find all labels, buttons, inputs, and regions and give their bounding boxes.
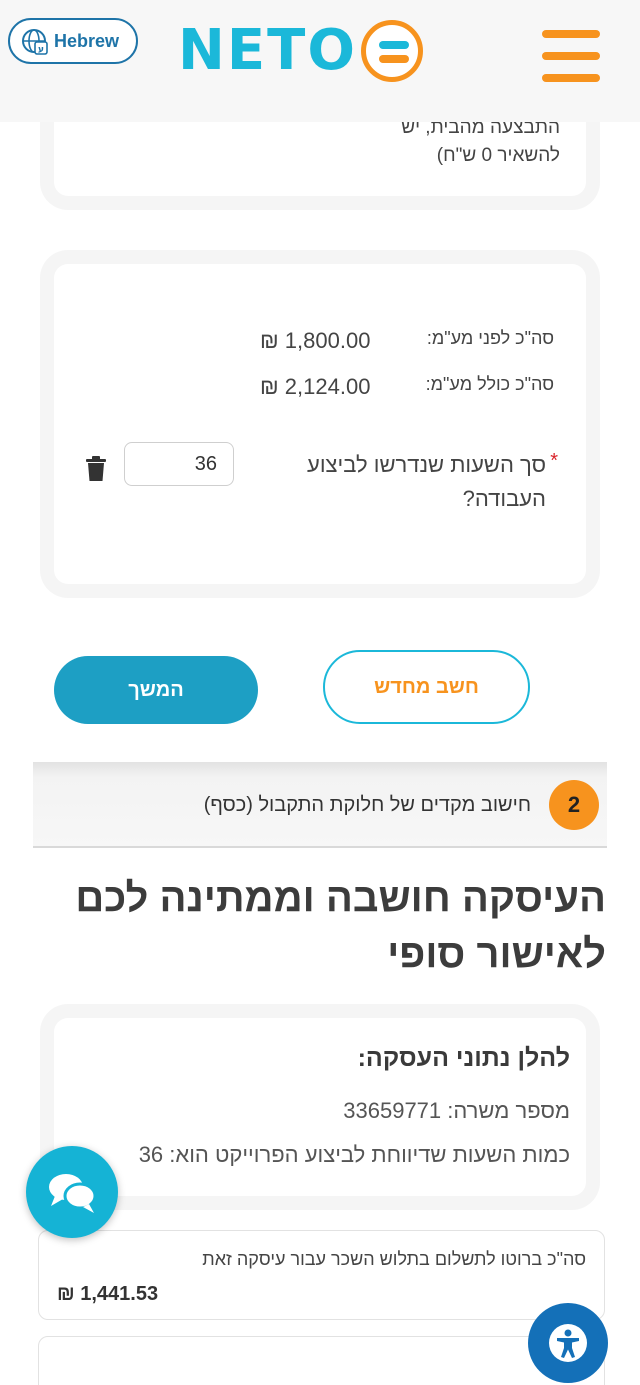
total-label: סה"כ כולל מע"מ: [425,374,554,394]
language-label: Hebrew [54,30,120,51]
subtotal-label: סה"כ לפני מע"מ: [426,328,554,348]
hours-question-label: * סך השעות שנדרשו לביצוע העבודה? [286,448,558,516]
gross-payment-value: ₪ 1,441.53 [57,1283,159,1305]
trash-icon[interactable] [84,456,108,482]
step-title: חישוב מקדים של חלוקת התקבול (כסף) [203,794,531,816]
info-card-text: התבצעה מהבית, יש להשאיר 0 ש"ח) [401,114,560,170]
site-header: ע Hebrew NETO [0,0,640,122]
next-section-box [38,1336,605,1385]
hours-question-text: סך השעות שנדרשו לביצוע העבודה? [307,452,546,511]
logo-equals-icon [360,20,423,82]
subtotal-value: ₪ 1,800.00 [260,328,371,353]
page-title: העיסקה חושבה וממתינה לכם לאישור סופי [75,876,606,976]
accessibility-button[interactable] [528,1303,608,1383]
step-2-header[interactable]: 2 חישוב מקדים של חלוקת התקבול (כסף) [33,762,607,848]
chat-button[interactable] [26,1146,118,1238]
language-switcher-button[interactable]: ע Hebrew [8,18,138,64]
svg-text:ע: ע [38,45,44,55]
deal-details-card: להלן נתוני העסקה: מספר משרה: 33659771 כמ… [54,1018,586,1196]
deal-details-title: להלן נתוני העסקה: [357,1044,570,1072]
calculation-card: סה"כ לפני מע"מ: ₪ 1,800.00 סה"כ כולל מע"… [54,264,586,584]
gross-payment-box: סה"כ ברוטו לתשלום בתלוש השכר עבור עיסקה … [38,1230,605,1320]
required-mark: * [550,450,558,472]
logo-text: NETO [178,18,357,83]
job-number: מספר משרה: 33659771 [343,1098,570,1123]
total-value: ₪ 2,124.00 [260,374,371,399]
hours-reported: כמות השעות שדיווחת לביצוע הפרוייקט הוא: … [138,1142,570,1167]
neto-logo[interactable]: NETO [178,16,423,86]
recalculate-button[interactable]: חשב מחדש [323,650,530,724]
hamburger-menu-icon[interactable] [542,30,600,86]
chat-bubbles-icon [49,1174,97,1213]
hours-input[interactable] [124,442,234,486]
accessibility-icon [549,1324,587,1362]
gross-payment-label: סה"כ ברוטו לתשלום בתלוש השכר עבור עיסקה … [202,1249,586,1269]
step-number-badge: 2 [549,780,599,830]
globe-translate-icon: ע [22,29,48,55]
info-card-line-2: להשאיר 0 ש"ח) [436,145,560,166]
continue-button[interactable]: המשך [54,656,258,724]
